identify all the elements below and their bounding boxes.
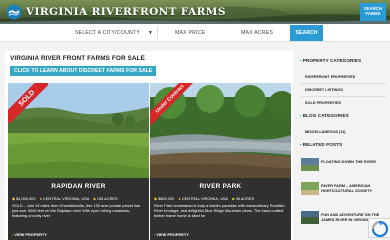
listing-location-value: CENTRAL VIRGINIA, USA [181,196,229,201]
acres-icon: ■ [232,196,235,201]
discreet-farms-cta-button[interactable]: CLICK TO LEARN ABOUT DISCREET FARMS FOR … [10,66,157,76]
post-title[interactable]: FLOATING DOWN THE RIVER [321,159,387,164]
sidebar: ▪PROPERTY CATEGORIES RIVERFRONT PROPERTI… [297,51,390,240]
post-title[interactable]: RIVER FARM – AMERICAN HORTICULTURAL SOCI… [321,183,387,193]
listing-price: ◆ $850,000 [154,196,174,201]
listing-meta: ◆ $850,000 ● CENTRAL VIRGINIA, USA ■ 46 … [154,196,288,201]
view-property-link[interactable]: › VIEW PROPERTY [154,232,189,237]
listing-price: ◆ $1,000,000 [12,196,36,201]
post-thumbnail[interactable] [301,158,319,171]
view-property-link[interactable]: › VIEW PROPERTY [12,232,47,237]
related-posts-title: RELATED POSTS [302,142,343,147]
listing-description: River Park homestead is truly a hidden p… [154,203,285,219]
sold-ribbon: SOLD [8,83,48,123]
divider [301,96,385,97]
blog-categories-heading: ▪BLOG CATEGORIES [300,113,349,118]
sold-badge: SOLD [8,83,48,123]
listing-card[interactable]: Under Contract RIVER PARK ◆ $850,000 ● C… [150,83,291,240]
listing-price-value: $850,000 [158,196,175,201]
page-title: VIRGINIA RIVER FRONT FARMS FOR SALE [10,55,145,62]
site-title: VIRGINIA RIVERFRONT FARMS [26,6,226,18]
listing-acres-value: 46 ACRES [235,196,255,201]
search-farms-label-line2: FARMS [365,11,381,17]
location-pin-icon: ● [178,196,181,201]
price-tag-icon: ◆ [12,196,15,201]
river-logo-icon [6,4,22,20]
listing-location: ● CENTRAL VIRGINIA, USA [178,196,228,201]
listing-name[interactable]: RIVER PARK [150,183,291,190]
listing-card[interactable]: SOLD RAPIDAN RIVER ◆ $1,000,000 ● CENTRA… [8,83,149,240]
listing-location-value: CENTRAL VIRGINIA, USA [43,196,90,201]
listing-price-value: $1,000,000 [16,196,36,201]
folder-icon: ▪ [300,142,302,147]
recaptcha-badge[interactable] [368,218,390,238]
view-property-label: VIEW PROPERTY [14,232,47,237]
related-post[interactable]: FLOATING DOWN THE RIVER [301,158,387,172]
view-property-label: VIEW PROPERTY [156,232,189,237]
related-post[interactable]: RIVER FARM – AMERICAN HORTICULTURAL SOCI… [301,182,387,196]
recaptcha-icon [371,220,389,238]
under-contract-ribbon: Under Contract [150,83,194,127]
listing-acres-value: 135 ACRES [96,196,118,201]
sidebar-item-sold[interactable]: SOLD PROPERTIES [305,101,341,105]
county-select-label: SELECT A CITY/COUNTY [75,30,141,36]
blog-categories-title: BLOG CATEGORIES [302,113,349,118]
listing-location: ● CENTRAL VIRGINIA, USA [40,196,90,201]
property-categories-heading: ▪PROPERTY CATEGORIES [300,58,361,63]
property-categories-title: PROPERTY CATEGORIES [302,58,362,63]
filter-search-button[interactable]: SEARCH [290,25,323,41]
folder-icon: ▪ [300,113,302,118]
listing-description: SOLD – Just 15 miles from Charlottesvill… [12,203,141,219]
site-header: VIRGINIA RIVERFRONT FARMS SEARCH FARMS [0,0,390,24]
folder-icon: ▪ [300,58,302,63]
max-price-input[interactable]: MAX PRICE [172,26,232,40]
filter-bar: SELECT A CITY/COUNTY ▼ MAX PRICE MAX ACR… [0,24,390,42]
listing-meta: ◆ $1,000,000 ● CENTRAL VIRGINIA, USA ■ 1… [12,196,146,201]
max-acres-input[interactable]: MAX ACRES [238,26,288,40]
post-thumbnail[interactable] [301,182,319,195]
chevron-down-icon: ▼ [147,30,153,36]
post-thumbnail[interactable] [301,211,319,224]
listing-name[interactable]: RAPIDAN RIVER [8,183,149,190]
sidebar-item-miscellaneous[interactable]: MISCELLANEOUS (11) [305,130,346,134]
under-contract-badge: Under Contract [150,83,194,127]
main-content: VIRGINIA RIVER FRONT FARMS FOR SALE CLIC… [5,51,293,240]
search-farms-button[interactable]: SEARCH FARMS [360,3,386,21]
listing-acres: ■ 46 ACRES [232,196,254,201]
divider [301,83,385,84]
sidebar-item-riverfront[interactable]: RIVERFRONT PROPERTIES [305,75,355,79]
acres-icon: ■ [93,196,96,201]
listing-acres: ■ 135 ACRES [93,196,117,201]
site-logo[interactable]: VIRGINIA RIVERFRONT FARMS [6,4,226,20]
location-pin-icon: ● [39,196,42,201]
sidebar-item-discreet[interactable]: DISCREET LISTINGS [305,88,343,92]
related-posts-heading: ▪RELATED POSTS [300,142,342,147]
price-tag-icon: ◆ [154,196,157,201]
county-select[interactable]: SELECT A CITY/COUNTY ▼ [72,26,158,40]
